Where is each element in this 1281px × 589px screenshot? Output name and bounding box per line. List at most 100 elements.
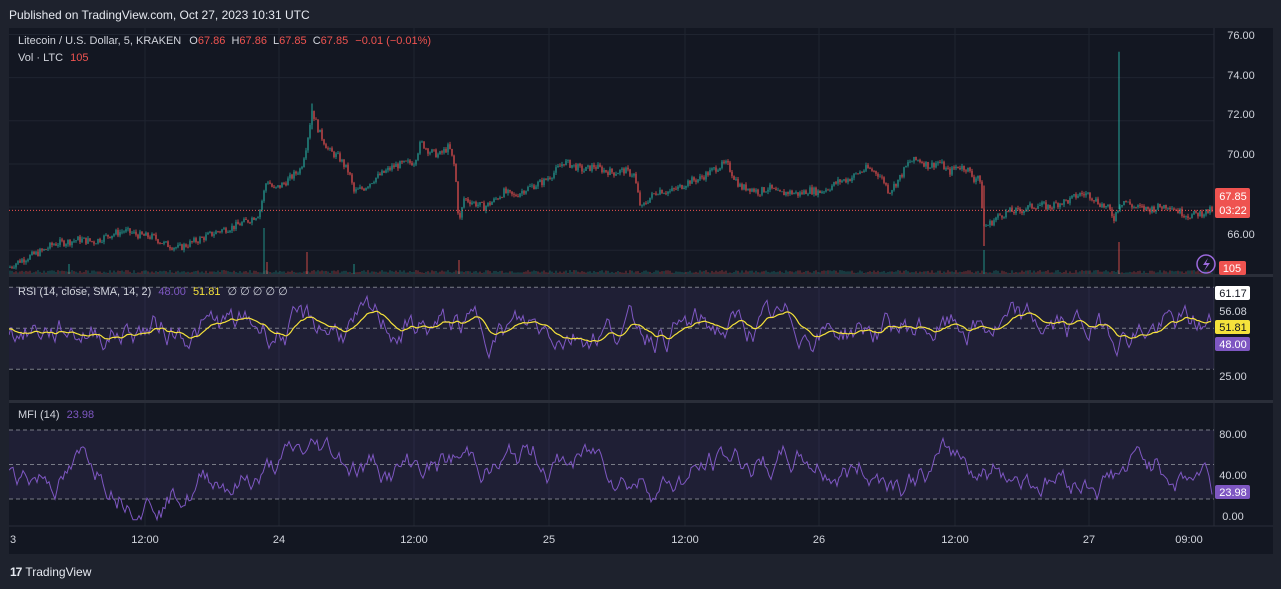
candle-body: [693, 177, 695, 181]
volume-bar: [499, 271, 501, 274]
candle-body: [1071, 195, 1073, 198]
volume-bar: [369, 272, 371, 274]
volume-bar: [49, 270, 51, 274]
volume-bar: [619, 272, 621, 274]
candle-body: [267, 182, 269, 184]
time-tick: 12:00: [131, 534, 159, 546]
candle-body: [1047, 204, 1049, 210]
candle-body: [797, 192, 799, 196]
mfi-tick: 0.00: [1222, 511, 1243, 523]
volume-bar: [251, 272, 253, 274]
candle-body: [621, 168, 623, 170]
volume-bar: [875, 272, 877, 274]
candle-body: [751, 188, 753, 192]
volume-bar: [153, 272, 155, 274]
volume-bar: [573, 270, 575, 274]
candle-body: [1035, 208, 1037, 210]
candle-body: [1085, 193, 1087, 196]
candle-body: [1113, 216, 1115, 221]
volume-bar: [481, 272, 483, 274]
volume-bar: [1033, 270, 1035, 274]
candle-body: [241, 222, 243, 226]
candle-body: [607, 171, 609, 175]
candle-body: [767, 189, 769, 192]
volume-bar: [855, 272, 857, 274]
candle-body: [85, 237, 87, 244]
candle-body: [939, 162, 941, 164]
candle-body: [65, 244, 67, 246]
volume-legend[interactable]: Vol · LTC 105: [18, 52, 88, 64]
candle-body: [601, 166, 603, 173]
volume-bar: [577, 271, 579, 274]
volume-bar: [1103, 271, 1105, 274]
volume-bar: [477, 272, 479, 274]
tradingview-logo[interactable]: 17 TradingView: [10, 565, 91, 579]
volume-bar: [1049, 272, 1051, 274]
candle-body: [553, 172, 555, 178]
volume-bar: [59, 271, 61, 274]
candle-body: [759, 194, 761, 196]
volume-bar: [721, 270, 723, 274]
volume-bar: [395, 270, 397, 274]
candle-body: [341, 159, 343, 162]
volume-bar: [1013, 272, 1015, 274]
volume-bar: [47, 270, 49, 274]
candle-body: [207, 232, 209, 235]
volume-bar: [1031, 272, 1033, 274]
candle-body: [245, 218, 247, 220]
volume-bar: [535, 270, 537, 274]
volume-bar: [673, 272, 675, 274]
main-legend[interactable]: Litecoin / U.S. Dollar, 5, KRAKEN O67.86…: [18, 35, 431, 47]
candle-body: [683, 187, 685, 189]
volume-bar: [191, 272, 193, 274]
candle-body: [539, 180, 541, 183]
candle-body: [451, 148, 453, 156]
candle-body: [221, 229, 223, 232]
candle-body: [671, 188, 673, 191]
candle-body: [1067, 200, 1069, 204]
candle-body: [917, 159, 919, 161]
volume-bar: [447, 270, 449, 274]
chart-area[interactable]: 76.00 74.00 72.00 70.00 66.00 67.85 03:2…: [9, 28, 1273, 554]
candle-body: [685, 186, 687, 188]
candle-body: [89, 238, 91, 242]
volume-bar: [671, 272, 673, 274]
volume-bar: [77, 272, 79, 274]
candle-body: [285, 183, 287, 186]
candle-body: [381, 170, 383, 176]
candle-body: [287, 178, 289, 186]
volume-bar: [303, 271, 305, 274]
volume-bar: [271, 272, 273, 274]
candle-body: [1089, 192, 1091, 199]
candle-body: [559, 165, 561, 167]
candle-body: [277, 185, 279, 187]
candle-body: [487, 202, 489, 207]
candle-body: [1077, 195, 1079, 198]
volume-bar: [215, 272, 217, 274]
candle-body: [415, 159, 417, 165]
rsi-legend[interactable]: RSI (14, close, SMA, 14, 2) 48.00 51.81 …: [18, 285, 288, 298]
candle-body: [151, 233, 153, 239]
candle-body: [909, 161, 911, 163]
candle-body: [37, 251, 39, 257]
volume-bar: [133, 270, 135, 274]
candle-body: [275, 186, 277, 188]
lightning-icon[interactable]: [1196, 254, 1216, 274]
candle-body: [327, 148, 329, 150]
candle-body: [901, 174, 903, 177]
candle-body: [307, 137, 309, 151]
volume-bar: [461, 271, 463, 274]
volume-bar: [977, 270, 979, 274]
candle-body: [179, 244, 181, 246]
volume-bar: [41, 272, 43, 274]
candle-body: [813, 187, 815, 195]
volume-bar: [895, 271, 897, 274]
volume-bar: [581, 271, 583, 274]
candle-body: [823, 191, 825, 193]
volume-bar: [367, 270, 369, 274]
volume-bar: [779, 270, 781, 274]
volume-bar: [485, 270, 487, 274]
candle-body: [1093, 200, 1095, 202]
volume-bar: [15, 271, 17, 274]
mfi-legend[interactable]: MFI (14) 23.98: [18, 409, 94, 421]
